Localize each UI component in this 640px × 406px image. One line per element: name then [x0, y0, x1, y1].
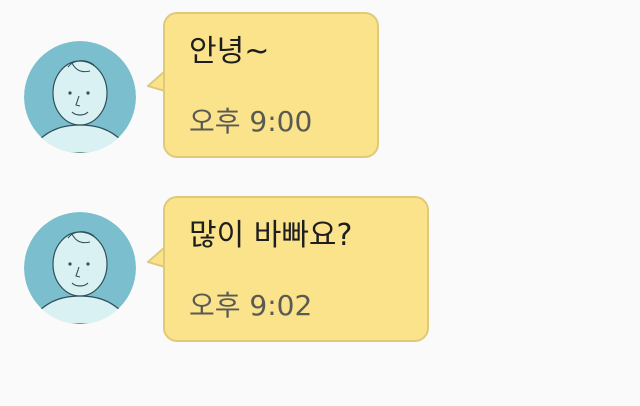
sender-avatar[interactable]: [24, 212, 136, 324]
message-text: 많이 바빠요?: [189, 218, 353, 253]
chat-screen: 안녕~ 오후 9:00 많이 바빠요? 오후 9:02: [0, 0, 640, 406]
message-bubble[interactable]: 많이 바빠요? 오후 9:02: [163, 196, 429, 342]
message-text: 안녕~: [189, 34, 270, 69]
sender-avatar[interactable]: [24, 41, 136, 153]
default-person-avatar-icon: [24, 41, 136, 153]
message-time: 오후 9:02: [189, 289, 313, 322]
message-row: 많이 바빠요? 오후 9:02: [0, 194, 640, 346]
message-row: 안녕~ 오후 9:00: [0, 10, 640, 162]
default-person-avatar-icon: [24, 212, 136, 324]
message-time: 오후 9:00: [189, 105, 313, 138]
message-bubble[interactable]: 안녕~ 오후 9:00: [163, 12, 379, 158]
